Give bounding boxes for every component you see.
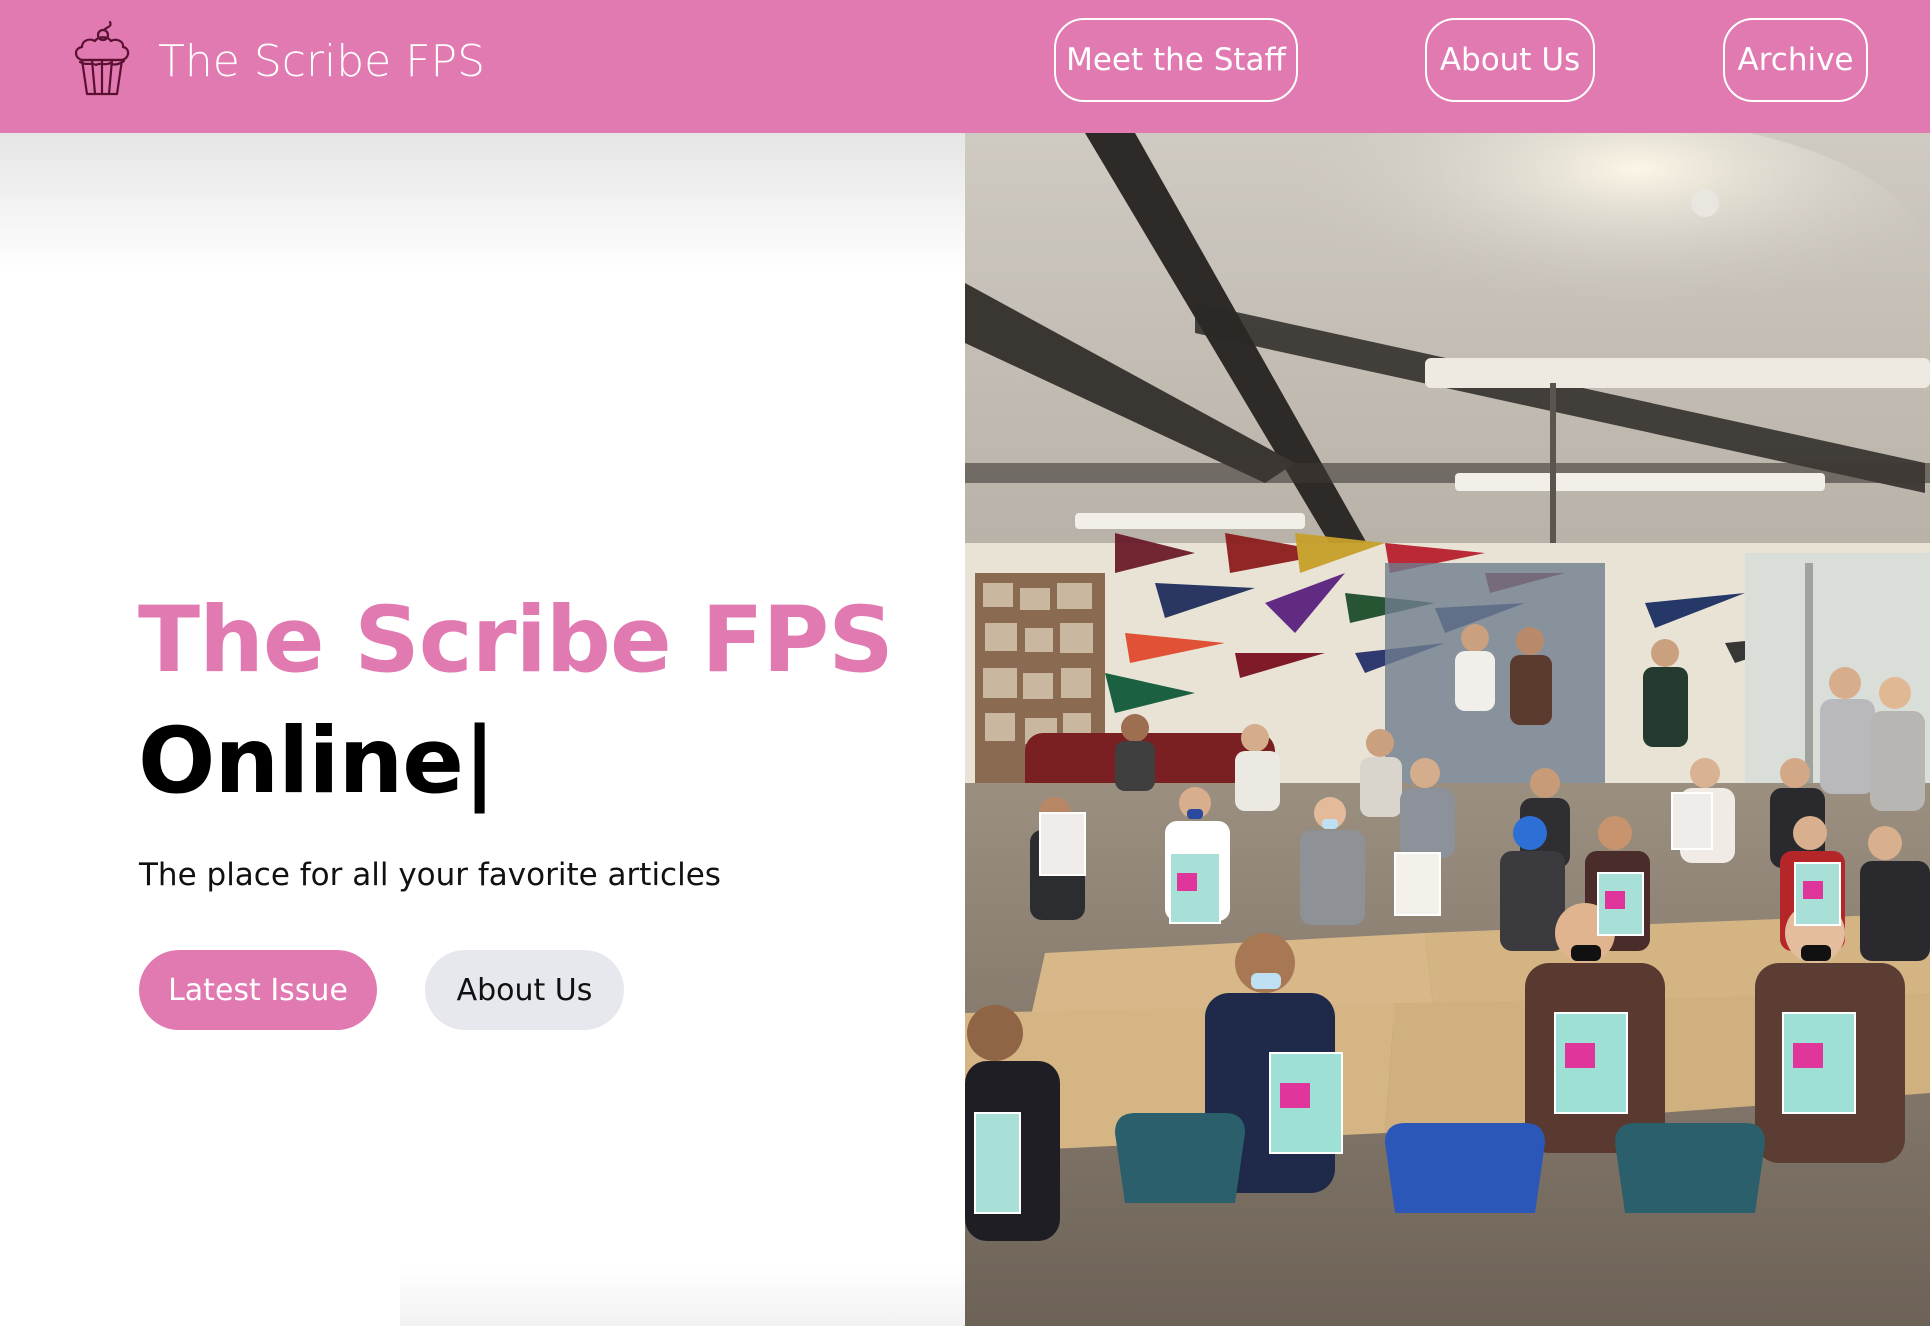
hero-typed-text: Online [138,709,464,814]
classroom-group-photo [965,133,1930,1326]
nav-about-us-button[interactable]: About Us [1425,18,1595,102]
cupcake-icon [74,20,130,96]
hero-subtitle: The place for all your favorite articles [139,857,721,893]
hero-title: The Scribe FPS [138,588,894,693]
brand-link[interactable]: The Scribe FPS [68,18,485,104]
nav-meet-the-staff-button[interactable]: Meet the Staff [1054,18,1298,102]
page: The Scribe FPS Meet the Staff About Us A… [0,0,1930,1326]
section-shadow [400,1266,965,1326]
typing-cursor: | [463,709,496,814]
latest-issue-button[interactable]: Latest Issue [139,950,377,1030]
navbar: The Scribe FPS Meet the Staff About Us A… [0,0,1930,133]
about-us-button[interactable]: About Us [425,950,624,1030]
navbar-shadow [0,133,965,273]
hero-typed-line: Online| [138,709,496,814]
nav-archive-button[interactable]: Archive [1723,18,1868,102]
brand-title: The Scribe FPS [158,35,486,87]
hero-section: The Scribe FPS Online| The place for all… [0,133,965,1326]
hero-photo [965,133,1930,1326]
